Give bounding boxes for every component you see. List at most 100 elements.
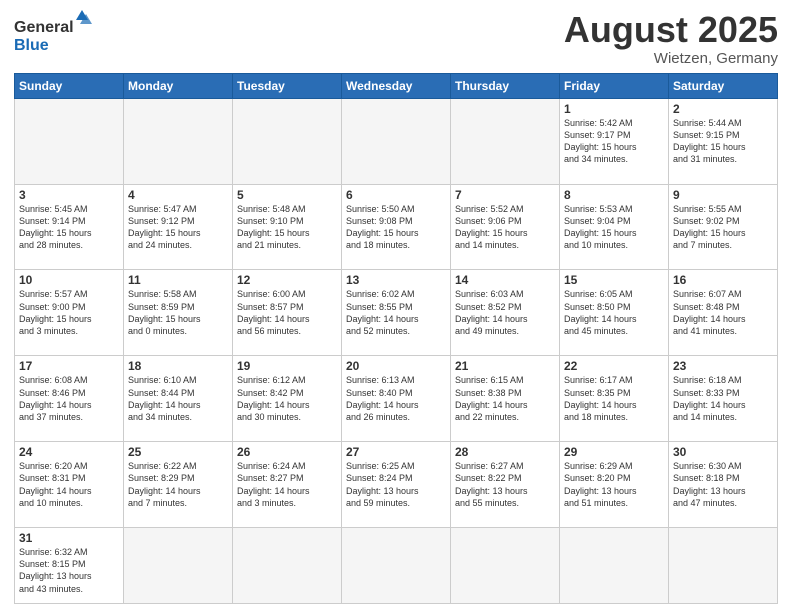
calendar-cell: 9Sunrise: 5:55 AMSunset: 9:02 PMDaylight…	[669, 184, 778, 270]
header: General Blue August 2025 Wietzen, German…	[14, 10, 778, 67]
day-number: 27	[346, 445, 446, 459]
calendar-table: Sunday Monday Tuesday Wednesday Thursday…	[14, 73, 778, 604]
day-info: Sunrise: 6:10 AMSunset: 8:44 PMDaylight:…	[128, 374, 228, 423]
day-info: Sunrise: 6:08 AMSunset: 8:46 PMDaylight:…	[19, 374, 119, 423]
day-info: Sunrise: 6:32 AMSunset: 8:15 PMDaylight:…	[19, 546, 119, 595]
day-number: 16	[673, 273, 773, 287]
calendar-cell: 21Sunrise: 6:15 AMSunset: 8:38 PMDayligh…	[451, 356, 560, 442]
day-number: 24	[19, 445, 119, 459]
location-title: Wietzen, Germany	[564, 50, 778, 67]
calendar-cell: 25Sunrise: 6:22 AMSunset: 8:29 PMDayligh…	[124, 442, 233, 528]
day-number: 28	[455, 445, 555, 459]
calendar-cell: 18Sunrise: 6:10 AMSunset: 8:44 PMDayligh…	[124, 356, 233, 442]
calendar-cell: 29Sunrise: 6:29 AMSunset: 8:20 PMDayligh…	[560, 442, 669, 528]
calendar-cell: 27Sunrise: 6:25 AMSunset: 8:24 PMDayligh…	[342, 442, 451, 528]
day-info: Sunrise: 6:03 AMSunset: 8:52 PMDaylight:…	[455, 288, 555, 337]
calendar-cell: 15Sunrise: 6:05 AMSunset: 8:50 PMDayligh…	[560, 270, 669, 356]
day-info: Sunrise: 5:47 AMSunset: 9:12 PMDaylight:…	[128, 203, 228, 252]
month-title: August 2025	[564, 10, 778, 50]
calendar-cell	[124, 528, 233, 604]
day-number: 2	[673, 102, 773, 116]
calendar-cell: 24Sunrise: 6:20 AMSunset: 8:31 PMDayligh…	[15, 442, 124, 528]
day-info: Sunrise: 6:12 AMSunset: 8:42 PMDaylight:…	[237, 374, 337, 423]
calendar-cell: 17Sunrise: 6:08 AMSunset: 8:46 PMDayligh…	[15, 356, 124, 442]
day-info: Sunrise: 6:30 AMSunset: 8:18 PMDaylight:…	[673, 460, 773, 509]
calendar-cell	[669, 528, 778, 604]
col-saturday: Saturday	[669, 73, 778, 98]
day-number: 9	[673, 188, 773, 202]
day-number: 20	[346, 359, 446, 373]
calendar-cell	[342, 98, 451, 184]
day-info: Sunrise: 6:00 AMSunset: 8:57 PMDaylight:…	[237, 288, 337, 337]
day-info: Sunrise: 6:18 AMSunset: 8:33 PMDaylight:…	[673, 374, 773, 423]
col-friday: Friday	[560, 73, 669, 98]
calendar-cell: 1Sunrise: 5:42 AMSunset: 9:17 PMDaylight…	[560, 98, 669, 184]
calendar-cell: 7Sunrise: 5:52 AMSunset: 9:06 PMDaylight…	[451, 184, 560, 270]
day-number: 10	[19, 273, 119, 287]
calendar-cell: 23Sunrise: 6:18 AMSunset: 8:33 PMDayligh…	[669, 356, 778, 442]
calendar-cell: 14Sunrise: 6:03 AMSunset: 8:52 PMDayligh…	[451, 270, 560, 356]
title-area: August 2025 Wietzen, Germany	[564, 10, 778, 67]
day-info: Sunrise: 5:52 AMSunset: 9:06 PMDaylight:…	[455, 203, 555, 252]
day-number: 23	[673, 359, 773, 373]
calendar-cell: 20Sunrise: 6:13 AMSunset: 8:40 PMDayligh…	[342, 356, 451, 442]
col-tuesday: Tuesday	[233, 73, 342, 98]
calendar-cell: 5Sunrise: 5:48 AMSunset: 9:10 PMDaylight…	[233, 184, 342, 270]
calendar-cell: 10Sunrise: 5:57 AMSunset: 9:00 PMDayligh…	[15, 270, 124, 356]
calendar-cell: 31Sunrise: 6:32 AMSunset: 8:15 PMDayligh…	[15, 528, 124, 604]
day-number: 13	[346, 273, 446, 287]
day-info: Sunrise: 6:15 AMSunset: 8:38 PMDaylight:…	[455, 374, 555, 423]
day-number: 25	[128, 445, 228, 459]
svg-text:Blue: Blue	[14, 37, 49, 54]
calendar-cell: 12Sunrise: 6:00 AMSunset: 8:57 PMDayligh…	[233, 270, 342, 356]
logo-area: General Blue	[14, 10, 94, 60]
day-number: 15	[564, 273, 664, 287]
day-info: Sunrise: 5:58 AMSunset: 8:59 PMDaylight:…	[128, 288, 228, 337]
day-info: Sunrise: 5:45 AMSunset: 9:14 PMDaylight:…	[19, 203, 119, 252]
day-info: Sunrise: 6:24 AMSunset: 8:27 PMDaylight:…	[237, 460, 337, 509]
day-info: Sunrise: 6:05 AMSunset: 8:50 PMDaylight:…	[564, 288, 664, 337]
calendar-cell: 26Sunrise: 6:24 AMSunset: 8:27 PMDayligh…	[233, 442, 342, 528]
calendar-cell: 8Sunrise: 5:53 AMSunset: 9:04 PMDaylight…	[560, 184, 669, 270]
calendar-cell: 22Sunrise: 6:17 AMSunset: 8:35 PMDayligh…	[560, 356, 669, 442]
day-number: 18	[128, 359, 228, 373]
calendar-cell	[233, 528, 342, 604]
calendar-cell	[451, 98, 560, 184]
day-info: Sunrise: 5:55 AMSunset: 9:02 PMDaylight:…	[673, 203, 773, 252]
day-number: 17	[19, 359, 119, 373]
col-monday: Monday	[124, 73, 233, 98]
day-number: 26	[237, 445, 337, 459]
day-number: 19	[237, 359, 337, 373]
page: General Blue August 2025 Wietzen, German…	[0, 0, 792, 612]
day-number: 21	[455, 359, 555, 373]
calendar-cell	[451, 528, 560, 604]
day-info: Sunrise: 6:29 AMSunset: 8:20 PMDaylight:…	[564, 460, 664, 509]
calendar-cell	[560, 528, 669, 604]
day-info: Sunrise: 6:25 AMSunset: 8:24 PMDaylight:…	[346, 460, 446, 509]
calendar-cell: 11Sunrise: 5:58 AMSunset: 8:59 PMDayligh…	[124, 270, 233, 356]
calendar-cell: 28Sunrise: 6:27 AMSunset: 8:22 PMDayligh…	[451, 442, 560, 528]
calendar-cell: 2Sunrise: 5:44 AMSunset: 9:15 PMDaylight…	[669, 98, 778, 184]
day-number: 31	[19, 531, 119, 545]
day-number: 22	[564, 359, 664, 373]
day-info: Sunrise: 5:50 AMSunset: 9:08 PMDaylight:…	[346, 203, 446, 252]
day-number: 30	[673, 445, 773, 459]
day-number: 5	[237, 188, 337, 202]
logo-icon: General Blue	[14, 10, 94, 60]
day-number: 12	[237, 273, 337, 287]
day-info: Sunrise: 6:02 AMSunset: 8:55 PMDaylight:…	[346, 288, 446, 337]
day-info: Sunrise: 6:13 AMSunset: 8:40 PMDaylight:…	[346, 374, 446, 423]
day-info: Sunrise: 5:53 AMSunset: 9:04 PMDaylight:…	[564, 203, 664, 252]
calendar-cell: 19Sunrise: 6:12 AMSunset: 8:42 PMDayligh…	[233, 356, 342, 442]
day-number: 7	[455, 188, 555, 202]
day-info: Sunrise: 5:42 AMSunset: 9:17 PMDaylight:…	[564, 117, 664, 166]
day-number: 4	[128, 188, 228, 202]
day-number: 14	[455, 273, 555, 287]
calendar-cell	[124, 98, 233, 184]
calendar-cell: 4Sunrise: 5:47 AMSunset: 9:12 PMDaylight…	[124, 184, 233, 270]
day-number: 1	[564, 102, 664, 116]
day-number: 8	[564, 188, 664, 202]
day-info: Sunrise: 5:57 AMSunset: 9:00 PMDaylight:…	[19, 288, 119, 337]
col-sunday: Sunday	[15, 73, 124, 98]
day-info: Sunrise: 6:20 AMSunset: 8:31 PMDaylight:…	[19, 460, 119, 509]
